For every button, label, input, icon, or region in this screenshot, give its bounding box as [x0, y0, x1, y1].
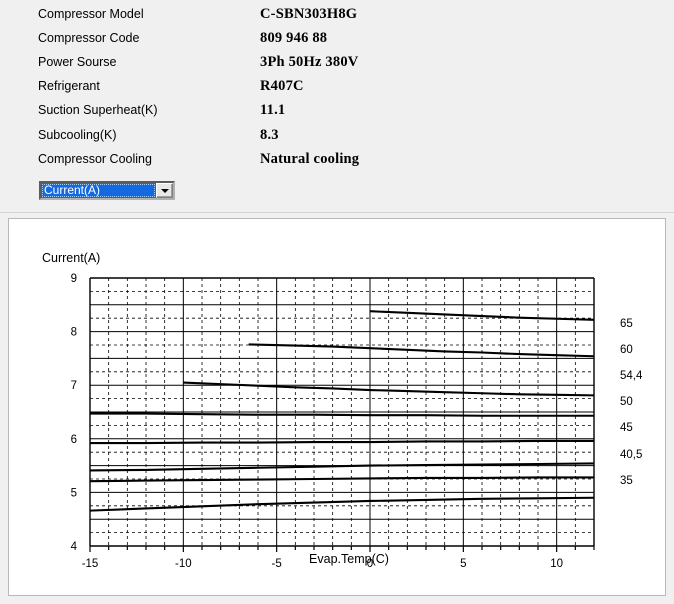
spec-value-subcooling: 8.3 — [260, 126, 279, 143]
svg-text:10: 10 — [550, 558, 563, 570]
spec-value-suction-superheat: 11.1 — [260, 101, 286, 118]
chevron-down-icon[interactable] — [156, 183, 173, 198]
svg-text:7: 7 — [71, 380, 77, 392]
chart-series-label-35: 35 — [620, 475, 633, 487]
chart-y-axis-title: Current(A) — [42, 251, 100, 265]
spec-value-compressor-model: C-SBN303H8G — [260, 5, 358, 22]
chart-y-tick-labels: 4 5 6 7 8 9 — [71, 273, 78, 553]
unit-select[interactable]: Current(A) — [39, 181, 175, 200]
chart-series-60 — [248, 343, 595, 358]
spec-row: Compressor Cooling Natural cooling — [38, 148, 359, 170]
spec-row: Compressor Code 809 946 88 — [38, 27, 327, 49]
spec-label-power-sourse: Power Sourse — [38, 55, 117, 69]
panel-divider — [0, 212, 674, 213]
current-vs-evap-temp-chart: Current(A) Evap.Temp(C) 456789 -15 -10 -5 0… — [42, 251, 643, 570]
svg-text:-5: -5 — [272, 558, 282, 570]
chart-series-45 — [90, 439, 594, 445]
caret-glyph — [160, 188, 169, 193]
chart-series-label-40-5: 40,5 — [620, 449, 642, 461]
spec-row: Refrigerant R407C — [38, 75, 304, 97]
svg-text:4: 4 — [71, 541, 78, 553]
spec-value-compressor-code: 809 946 88 — [260, 29, 328, 46]
unit-select-value[interactable]: Current(A) — [41, 183, 156, 198]
chart-series-label-54-4: 54,4 — [620, 370, 643, 382]
spec-label-compressor-model: Compressor Model — [38, 7, 144, 21]
spec-label-refrigerant: Refrigerant — [38, 79, 100, 93]
spec-row: Power Sourse 3Ph 50Hz 380V — [38, 51, 358, 73]
svg-text:0: 0 — [367, 558, 373, 570]
chart-series-50 — [90, 412, 594, 417]
spec-label-subcooling: Subcooling(K) — [38, 128, 117, 142]
spec-row: Compressor Model C-SBN303H8G — [38, 3, 357, 25]
spec-label-compressor-cooling: Compressor Cooling — [38, 152, 152, 166]
chart-series-label-50: 50 — [620, 396, 633, 408]
chart-series-label-60: 60 — [620, 344, 633, 356]
svg-text:5: 5 — [460, 558, 466, 570]
spec-value-power-sourse: 3Ph 50Hz 380V — [260, 53, 359, 70]
specification-panel: Compressor Model C-SBN303H8G Compressor … — [0, 0, 674, 212]
chart-series-label-45: 45 — [620, 422, 633, 434]
svg-text:8: 8 — [71, 327, 77, 339]
svg-text:5: 5 — [71, 487, 77, 499]
chart-panel: Current(A) Evap.Temp(C) 456789 -15 -10 -5 0… — [8, 218, 666, 596]
chart-series-lines — [89, 310, 595, 512]
chart-x-axis-title: Evap.Temp(C) — [309, 552, 389, 566]
svg-text:-15: -15 — [82, 558, 99, 570]
spec-value-refrigerant: R407C — [260, 77, 304, 94]
chart-series-right-labels: 65 60 54,4 50 45 40,5 35 — [620, 318, 643, 487]
chart-series-40,5 — [89, 462, 595, 472]
spec-label-compressor-code: Compressor Code — [38, 31, 140, 45]
spec-value-compressor-cooling: Natural cooling — [260, 150, 360, 167]
svg-text:9: 9 — [71, 273, 77, 285]
spec-row: Suction Superheat(K) 11.1 — [38, 99, 285, 121]
spec-row: Subcooling(K) 8.3 — [38, 124, 279, 146]
spec-label-suction-superheat: Suction Superheat(K) — [38, 103, 158, 117]
svg-text:-10: -10 — [175, 558, 192, 570]
svg-text:6: 6 — [71, 434, 77, 446]
chart-series-label-65: 65 — [620, 318, 633, 330]
chart-series-lower-1 — [89, 496, 595, 512]
